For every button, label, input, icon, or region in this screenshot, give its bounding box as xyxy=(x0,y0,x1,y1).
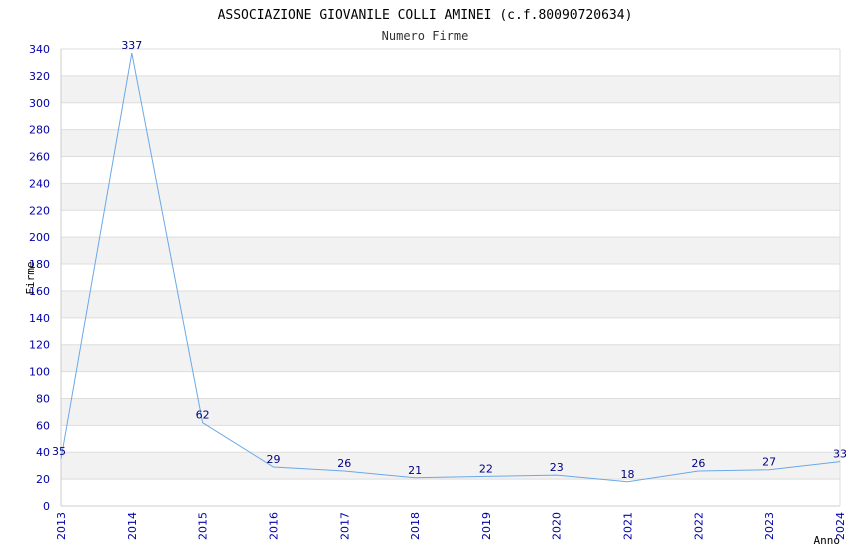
x-axis-label: Anno xyxy=(814,534,841,547)
y-tick-label: 20 xyxy=(36,473,50,486)
x-tick-label: 2016 xyxy=(267,512,280,540)
grid-band xyxy=(61,398,840,426)
x-tick-label: 2013 xyxy=(55,512,68,540)
x-tick-label: 2019 xyxy=(480,512,493,540)
data-label: 33 xyxy=(833,448,847,461)
x-tick-label: 2021 xyxy=(622,512,635,540)
y-tick-label: 0 xyxy=(43,500,50,513)
x-tick-label: 2018 xyxy=(409,512,422,540)
chart-title: ASSOCIAZIONE GIOVANILE COLLI AMINEI (c.f… xyxy=(218,8,633,23)
x-tick-label: 2017 xyxy=(338,512,351,540)
chart-subtitle: Numero Firme xyxy=(382,29,469,43)
x-tick-label: 2023 xyxy=(763,512,776,540)
grid-band xyxy=(61,237,840,265)
plot-bands xyxy=(61,75,840,480)
data-label: 26 xyxy=(337,457,351,470)
data-label: 29 xyxy=(266,453,280,466)
data-label: 18 xyxy=(621,468,635,481)
grid-band xyxy=(61,452,840,480)
y-tick-label: 220 xyxy=(29,204,50,217)
y-tick-label: 100 xyxy=(29,366,50,379)
y-tick-label: 140 xyxy=(29,312,50,325)
x-tick-label: 2022 xyxy=(692,512,705,540)
x-tick-labels: 2013 2014 2015 2016 2017 2018 2019 2020 2021 2022… xyxy=(55,512,847,540)
data-label: 35 xyxy=(52,445,66,458)
data-label: 23 xyxy=(550,461,564,474)
grid-band xyxy=(61,344,840,372)
grid-band xyxy=(61,183,840,211)
data-label: 337 xyxy=(121,39,142,52)
y-tick-label: 340 xyxy=(29,43,50,56)
x-tick-label: 2014 xyxy=(126,512,139,540)
y-axis-label: Firme xyxy=(24,261,37,294)
line-chart: 0204060801001201401601802002202402602803… xyxy=(24,8,847,547)
gridlines xyxy=(61,48,841,507)
data-label: 26 xyxy=(691,457,705,470)
y-tick-label: 120 xyxy=(29,339,50,352)
y-tick-label: 40 xyxy=(36,446,50,459)
y-tick-label: 320 xyxy=(29,70,50,83)
y-tick-label: 240 xyxy=(29,177,50,190)
grid-band xyxy=(61,129,840,157)
y-tick-label: 60 xyxy=(36,419,50,432)
y-tick-label: 200 xyxy=(29,231,50,244)
y-tick-label: 300 xyxy=(29,97,50,110)
y-tick-label: 260 xyxy=(29,151,50,164)
data-label: 27 xyxy=(762,456,776,469)
x-tick-label: 2020 xyxy=(551,512,564,540)
data-label: 22 xyxy=(479,462,493,475)
x-tick-label: 2015 xyxy=(197,512,210,540)
y-tick-label: 80 xyxy=(36,392,50,405)
y-tick-label: 280 xyxy=(29,124,50,137)
data-label: 62 xyxy=(196,409,210,422)
grid-band xyxy=(61,75,840,103)
data-label: 21 xyxy=(408,464,422,477)
